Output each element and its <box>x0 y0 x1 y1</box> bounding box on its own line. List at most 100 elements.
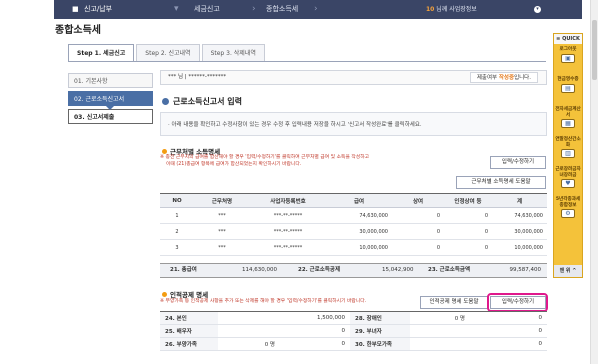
chevron-right-icon: › <box>314 4 318 14</box>
table-header-row: NO 근무처명 사업자등록번호 급여 상여 인정상여 등 계 <box>160 193 547 208</box>
col-biz-number: 사업자등록번호 <box>250 193 326 208</box>
self-value: 1,500,000 <box>280 311 350 325</box>
cell-biz: ***-**-***** <box>250 239 326 256</box>
status-value: 작성중 <box>498 75 515 81</box>
total-salary-value: 114,630,000 <box>242 267 277 273</box>
cell-extra: 0 <box>444 239 492 256</box>
cell-name: *** <box>194 239 250 256</box>
quick-menu: ≡ QUICK 로그아웃 ▣ 현금영수증 ▤ 전자세금계산서 ▦ 연말정산간소화 ▥ 근… <box>553 33 583 278</box>
col-total: 계 <box>492 193 547 208</box>
receipt-icon: ▤ <box>561 83 575 93</box>
self-label: 24. 본인 <box>160 311 218 325</box>
cell-salary: 74,630,000 <box>326 207 392 224</box>
earned-income-label: 23. 근로소득금액 <box>428 267 471 273</box>
heart-icon: ♥ <box>561 179 575 188</box>
step-tabs: Step 1. 세금신고 Step 2. 신고내역 Step 3. 삭제내역 <box>68 44 267 61</box>
quick-cash-receipt[interactable]: 현금영수증 ▤ <box>554 74 582 104</box>
col-salary: 급여 <box>326 193 392 208</box>
quick-incentive-label: 근로장려금자녀장려금 <box>555 167 581 178</box>
cell-bonus: 0 <box>392 223 444 240</box>
cell-name: *** <box>194 207 250 224</box>
quick-tax-info[interactable]: 5년각종과세종합정보 ⚙ <box>554 194 582 224</box>
breadcrumb-tax-filing[interactable]: 세금신고 <box>194 0 220 19</box>
cell-salary: 30,000,000 <box>326 223 392 240</box>
table-row: 26. 부양가족 0 명 0 30. 한부모가족 0 <box>160 337 547 351</box>
section-title-text: 근로소득신고서 입력 <box>173 97 243 106</box>
income-note-2: 이때 (21)총급여 항목에 급여가 합산되었는지 확인하시기 바랍니다. <box>166 162 302 167</box>
cell-extra: 0 <box>444 223 492 240</box>
status-suffix: 입니다. <box>514 75 531 81</box>
bullet-icon <box>162 292 167 297</box>
top-navigation-bar: ■ 신고/납부 ▾ 세금신고 › 종합소득세 › 10 님께 사업장정보 ▾ <box>54 0 582 19</box>
page-title: 종합소득세 <box>55 25 101 36</box>
tab-divider <box>68 61 546 62</box>
cell-biz: ***-**-***** <box>250 223 326 240</box>
scroll-top-button[interactable]: 맨 위 ^ <box>554 265 582 277</box>
spouse-value: 0 <box>280 324 350 338</box>
invoice-icon: ▦ <box>561 119 575 128</box>
female-householder-count <box>410 324 470 338</box>
scrollbar-thumb[interactable] <box>592 20 597 80</box>
dropdown-toggle-icon[interactable]: ▾ <box>534 6 541 13</box>
cell-biz: ***-**-***** <box>250 207 326 224</box>
breadcrumb-income-tax[interactable]: 종합소득세 <box>266 0 298 19</box>
earned-deduction-value: 15,042,900 <box>382 267 414 273</box>
cell-name: *** <box>194 223 250 240</box>
tab-step1[interactable]: Step 1. 세금신고 <box>68 44 135 61</box>
deduction-help-button[interactable]: 인적공제 명세 도움말 <box>420 296 488 309</box>
section-title: 근로소득신고서 입력 <box>162 96 242 107</box>
col-no: NO <box>160 193 194 208</box>
document-icon: ▥ <box>561 149 575 158</box>
earned-deduction-label: 22. 근로소득공제 <box>298 267 341 273</box>
settings-icon: ⚙ <box>561 209 575 218</box>
status-prefix: 제출여부 <box>476 75 499 81</box>
quick-incentive[interactable]: 근로장려금자녀장려금 ♥ <box>554 164 582 194</box>
tab-step3[interactable]: Step 3. 삭제내역 <box>201 44 265 61</box>
notice-box: · 아래 내용을 확인하고 수정사항이 있는 경우 수정 후 입력내용 저장을 … <box>160 112 547 136</box>
earned-income-value: 99,587,400 <box>509 267 542 273</box>
bullet-icon <box>162 98 169 105</box>
income-edit-button[interactable]: 입력/수정하기 <box>490 156 546 169</box>
user-name: *** 님 | ******-******* <box>168 74 227 80</box>
cell-no: 3 <box>160 239 194 256</box>
cell-bonus: 0 <box>392 239 444 256</box>
quick-e-invoice[interactable]: 전자세금계산서 ▦ <box>554 104 582 134</box>
menu-icon[interactable]: ■ <box>72 0 79 19</box>
income-help-button[interactable]: 근무처별 소득명세 도움말 <box>456 176 546 189</box>
user-info-text: 10 님께 사업장정보 <box>426 0 477 19</box>
female-householder-value: 0 <box>470 324 547 338</box>
tab-step2[interactable]: Step 2. 신고내역 <box>136 44 200 61</box>
cell-salary: 10,000,000 <box>326 239 392 256</box>
menu-label[interactable]: 신고/납부 <box>84 0 112 19</box>
cell-total: 74,630,000 <box>492 207 547 224</box>
table-row: 24. 본인 1,500,000 28. 장애인 0 명 0 <box>160 311 547 325</box>
step-earned-income[interactable]: 02. 근로소득신고서 <box>68 91 153 110</box>
quick-menu-header: ≡ QUICK <box>554 34 582 44</box>
cell-no: 2 <box>160 223 194 240</box>
disabled-value: 0 <box>470 311 547 325</box>
disabled-label: 28. 장애인 <box>350 311 410 325</box>
step-submit[interactable]: 03. 신고서제출 <box>68 109 153 124</box>
quick-cash-receipt-label: 현금영수증 <box>557 77 579 82</box>
quick-logout[interactable]: 로그아웃 ▣ <box>554 44 582 74</box>
chevron-right-icon: › <box>252 4 256 14</box>
female-householder-label: 29. 부녀자 <box>350 324 410 338</box>
deduction-note: ※ 부양가족 등 인적공제 사항을 추가 또는 삭제를 해야 할 경우 '입력/… <box>160 299 367 304</box>
scrollbar[interactable] <box>590 0 598 364</box>
cell-extra: 0 <box>444 207 492 224</box>
dependents-count: 0 명 <box>218 337 280 351</box>
quick-year-end[interactable]: 연말정산간소화 ▥ <box>554 134 582 164</box>
table-row: 2 *** ***-**-***** 30,000,000 0 0 30,000… <box>160 223 547 240</box>
cell-total: 10,000,000 <box>492 239 547 256</box>
single-parent-label: 30. 한부모가족 <box>350 337 410 351</box>
single-parent-value: 0 <box>470 337 547 351</box>
cell-bonus: 0 <box>392 207 444 224</box>
dependents-value: 0 <box>280 337 350 351</box>
single-parent-count <box>410 337 470 351</box>
step-basic-info[interactable]: 01. 기본사항 <box>68 73 153 88</box>
cell-no: 1 <box>160 207 194 224</box>
table-row: 1 *** ***-**-***** 74,630,000 0 0 74,630… <box>160 207 547 224</box>
income-note-1: ※ 종전 근무지의 급여를 합산해야 할 경우 '입력/수정하기'를 클릭하여 … <box>160 155 370 160</box>
quick-year-end-label: 연말정산간소화 <box>555 137 581 148</box>
total-salary-label: 21. 총급여 <box>170 267 197 273</box>
